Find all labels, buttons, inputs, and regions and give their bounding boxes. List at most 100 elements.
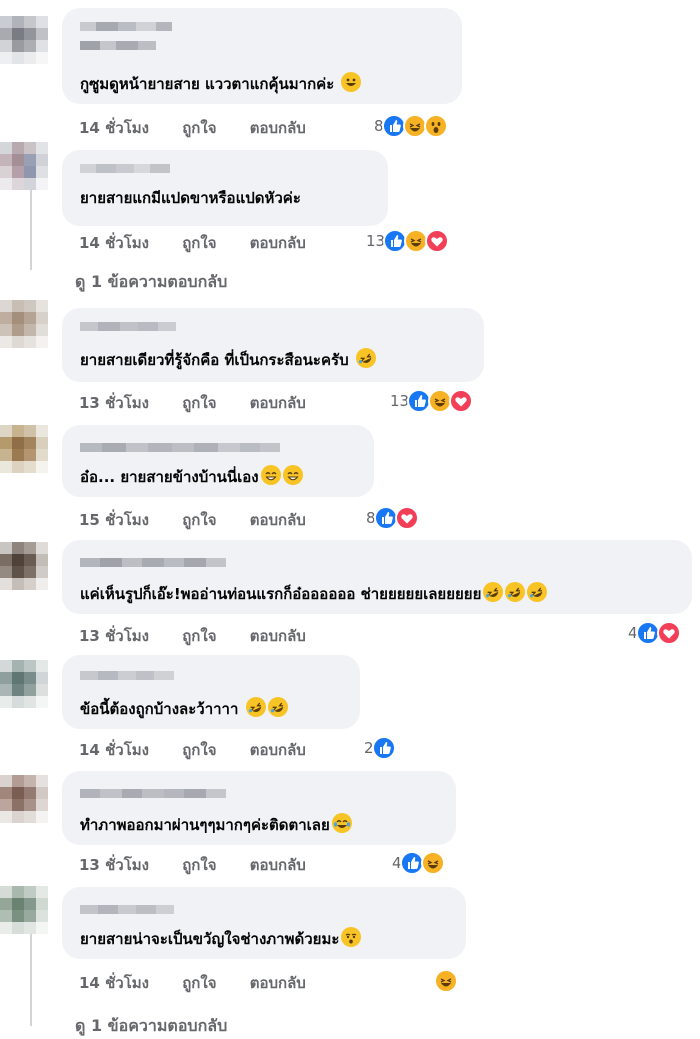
rolling-laughing-emoji	[355, 348, 376, 368]
reaction-summary[interactable]: 13	[366, 229, 450, 253]
rolling-laughing-emoji	[505, 582, 526, 602]
view-replies-link[interactable]: ดู 1 ข้อความตอบกลับ	[75, 270, 227, 292]
comment-text: แค่เห็นรูปก็เอ๊ะ!พออ่านท่อนแรกก็อ๋ออออออ…	[80, 582, 548, 604]
like-button[interactable]: ถูกใจ	[182, 738, 216, 762]
avatar[interactable]	[0, 16, 48, 64]
commenter-name-blurred[interactable]	[80, 437, 280, 457]
rolling-laughing-emoji	[483, 582, 504, 602]
reply-button[interactable]: ตอบกลับ	[250, 853, 306, 877]
comment-bubble: อ๋อ... ยายสายข้างบ้านนี่เอง	[62, 425, 374, 497]
comment-actions: 14 ชั่วโมง ถูกใจ ตอบกลับ	[79, 738, 334, 759]
rolling-laughing-emoji	[267, 697, 288, 717]
thread-line	[30, 176, 32, 270]
love-icon	[656, 621, 681, 645]
hushed-emoji	[341, 927, 362, 947]
comment-text: ยายสายน่าจะเป็นขวัญใจช่างภาพด้วยมะ	[80, 927, 362, 949]
reaction-summary[interactable]: 4	[392, 851, 445, 875]
comment-bubble: ข้อนี้ต้องถูกบ้างละว้าาาา	[62, 655, 360, 729]
love-icon	[425, 229, 450, 253]
avatar[interactable]	[0, 425, 48, 473]
comment-time[interactable]: 14 ชั่วโมง	[79, 231, 149, 255]
reply-button[interactable]: ตอบกลับ	[250, 971, 306, 995]
wow-icon	[423, 114, 448, 138]
smiling-eyes-emoji	[282, 465, 303, 485]
like-button[interactable]: ถูกใจ	[182, 231, 216, 255]
comment-time[interactable]: 14 ชั่วโมง	[79, 971, 149, 995]
commenter-name-blurred[interactable]	[80, 16, 172, 50]
comment-bubble: กูซูมดูหน้ายายสาย แววตาแกคุ้นมากค่ะ	[62, 8, 462, 104]
like-button[interactable]: ถูกใจ	[182, 853, 216, 877]
reaction-summary[interactable]: 8	[374, 114, 448, 138]
commenter-name-blurred[interactable]	[80, 665, 174, 685]
comment-actions: 13 ชั่วโมง ถูกใจ ตอบกลับ	[79, 853, 334, 874]
comment-text: กูซูมดูหน้ายายสาย แววตาแกคุ้นมากค่ะ	[80, 72, 362, 94]
comment-time[interactable]: 13 ชั่วโมง	[79, 624, 149, 648]
comment-time[interactable]: 14 ชั่วโมง	[79, 738, 149, 762]
like-icon	[399, 851, 424, 875]
reaction-summary[interactable]: 4	[628, 621, 681, 645]
like-button[interactable]: ถูกใจ	[182, 971, 216, 995]
commenter-name-blurred[interactable]	[80, 783, 226, 803]
avatar[interactable]	[0, 660, 48, 708]
reaction-summary[interactable]: 8	[366, 506, 419, 530]
comment-bubble: แค่เห็นรูปก็เอ๊ะ!พออ่านท่อนแรกก็อ๋ออออออ…	[62, 540, 692, 614]
rolling-laughing-emoji	[245, 697, 266, 717]
like-button[interactable]: ถูกใจ	[182, 508, 216, 532]
comment-actions: 15 ชั่วโมง ถูกใจ ตอบกลับ	[79, 508, 334, 529]
reaction-summary[interactable]	[434, 969, 458, 993]
rolling-laughing-emoji	[527, 582, 548, 602]
comment-text: ยายสายแกมีแปดขาหรือแปดหัวค่ะ	[80, 189, 301, 207]
comment-text: ยายสายเดียวที่รู้จักคือ ที่เป็นกระสือนะค…	[80, 348, 376, 370]
comment-time[interactable]: 13 ชั่วโมง	[79, 853, 149, 877]
comment-text: ทำภาพออกมาผ่านๆๆมากๆค่ะติดตาเลย	[80, 813, 352, 835]
reaction-summary[interactable]: 2	[364, 736, 396, 760]
comment-time[interactable]: 13 ชั่วโมง	[79, 391, 149, 415]
comment-time[interactable]: 15 ชั่วโมง	[79, 508, 149, 532]
avatar[interactable]	[0, 886, 48, 934]
love-icon	[449, 389, 474, 413]
commenter-name-blurred[interactable]	[80, 899, 174, 919]
like-button[interactable]: ถูกใจ	[182, 391, 216, 415]
comment-bubble: ทำภาพออกมาผ่านๆๆมากๆค่ะติดตาเลย	[62, 771, 456, 845]
comment-text: อ๋อ... ยายสายข้างบ้านนี่เอง	[80, 465, 303, 487]
like-icon	[381, 114, 406, 138]
comment-actions: 14 ชั่วโมง ถูกใจ ตอบกลับ	[79, 971, 334, 992]
reply-button[interactable]: ตอบกลับ	[250, 116, 306, 140]
comment-time[interactable]: 14 ชั่วโมง	[79, 116, 149, 140]
reply-button[interactable]: ตอบกลับ	[250, 738, 306, 762]
avatar[interactable]	[0, 542, 48, 590]
haha-icon	[420, 851, 445, 875]
reply-button[interactable]: ตอบกลับ	[250, 508, 306, 532]
love-icon	[394, 506, 419, 530]
comment-actions: 13 ชั่วโมง ถูกใจ ตอบกลับ	[79, 624, 334, 645]
haha-icon	[434, 969, 458, 993]
comment-bubble: ยายสายเดียวที่รู้จักคือ ที่เป็นกระสือนะค…	[62, 308, 484, 382]
commenter-name-blurred[interactable]	[80, 552, 226, 572]
like-icon	[371, 736, 396, 760]
avatar[interactable]	[0, 142, 48, 190]
commenter-name-blurred[interactable]	[80, 316, 176, 336]
haha-icon	[402, 114, 427, 138]
comment-actions: 14 ชั่วโมง ถูกใจ ตอบกลับ	[79, 231, 334, 252]
avatar[interactable]	[0, 775, 48, 823]
reply-button[interactable]: ตอบกลับ	[250, 231, 306, 255]
tears-of-joy-emoji	[331, 813, 352, 833]
like-button[interactable]: ถูกใจ	[182, 116, 216, 140]
comment-text: ข้อนี้ต้องถูกบ้างละว้าาาา	[80, 697, 288, 719]
like-button[interactable]: ถูกใจ	[182, 624, 216, 648]
comment-bubble: ยายสายแกมีแปดขาหรือแปดหัวค่ะ	[62, 150, 388, 226]
comment-bubble: ยายสายน่าจะเป็นขวัญใจช่างภาพด้วยมะ	[62, 887, 466, 959]
avatar[interactable]	[0, 300, 48, 348]
like-icon	[373, 506, 398, 530]
like-icon	[635, 621, 660, 645]
reply-button[interactable]: ตอบกลับ	[250, 391, 306, 415]
smiling-eyes-emoji	[260, 465, 281, 485]
reaction-summary[interactable]: 13	[390, 389, 474, 413]
grinning-emoji	[341, 72, 362, 92]
comment-actions: 14 ชั่วโมง ถูกใจ ตอบกลับ	[79, 116, 334, 137]
reply-button[interactable]: ตอบกลับ	[250, 624, 306, 648]
comment-actions: 13 ชั่วโมง ถูกใจ ตอบกลับ	[79, 391, 334, 412]
thread-line	[30, 930, 32, 1026]
commenter-name-blurred[interactable]	[80, 158, 170, 178]
view-replies-link[interactable]: ดู 1 ข้อความตอบกลับ	[75, 1014, 227, 1036]
